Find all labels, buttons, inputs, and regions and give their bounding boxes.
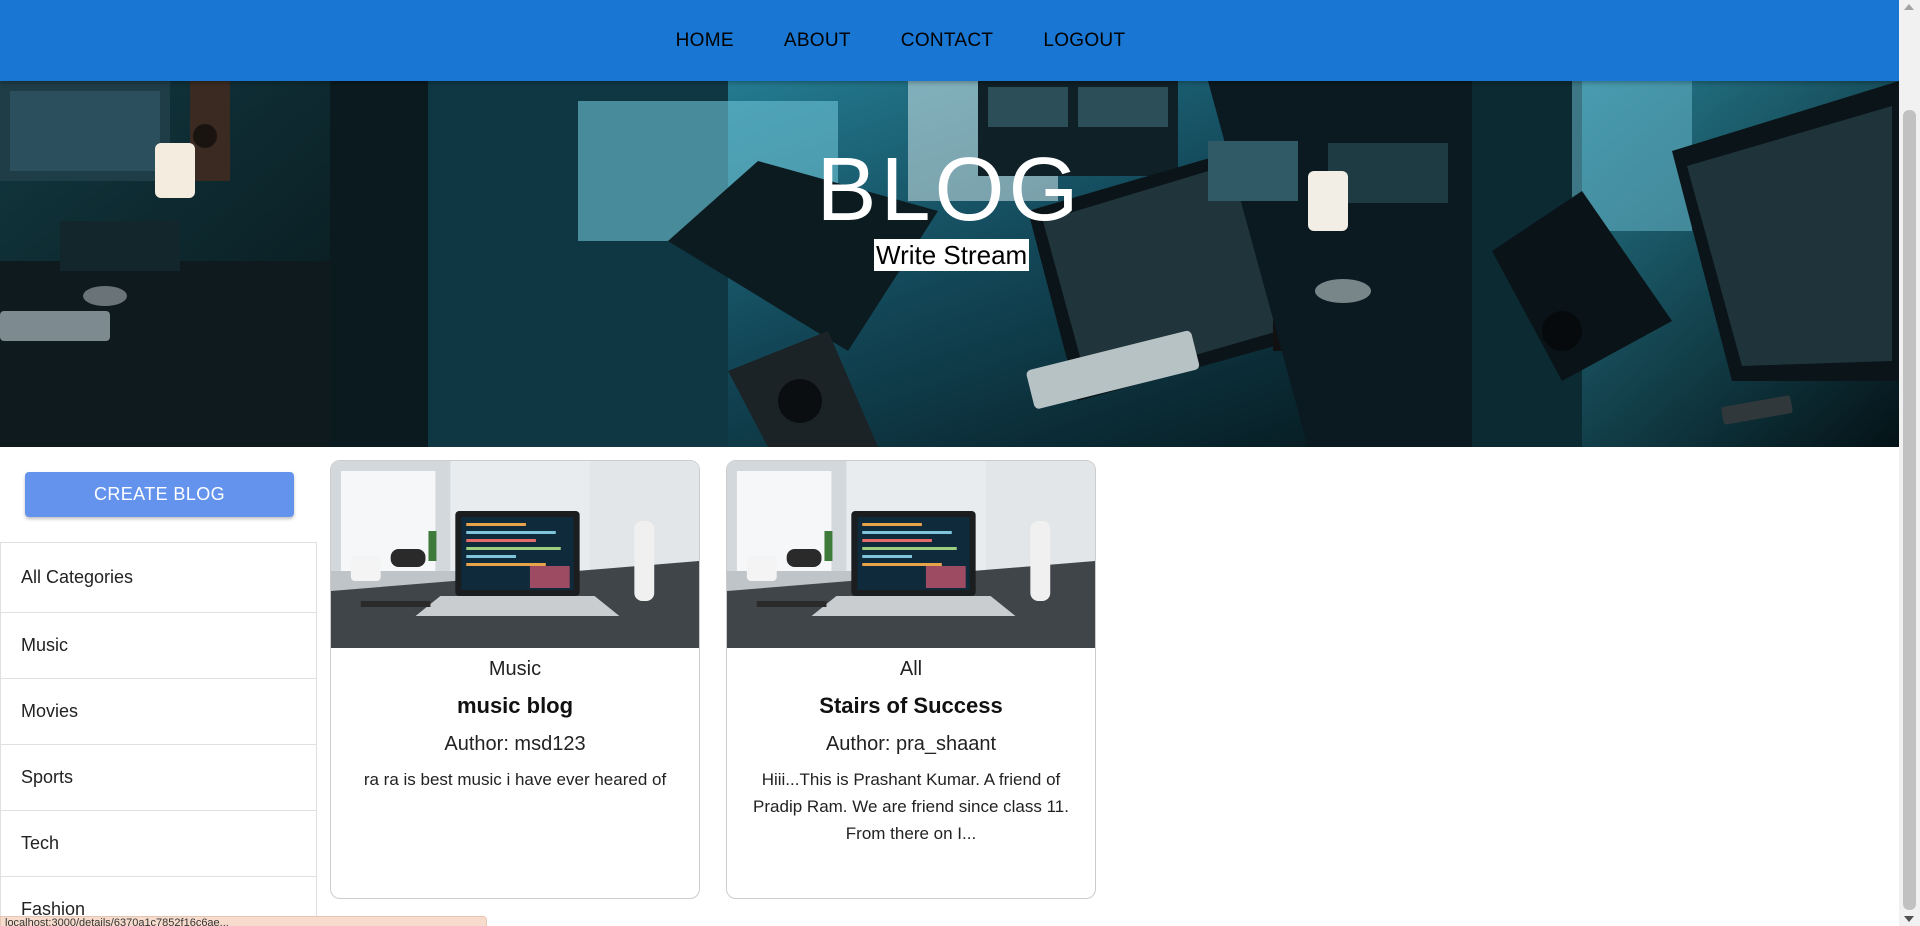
banner-title: BLOG [816, 140, 1083, 240]
create-blog-button[interactable]: CREATE BLOG [25, 472, 294, 517]
post-thumbnail [727, 461, 1095, 648]
nav-contact-link[interactable]: CONTACT [901, 30, 994, 52]
post-author: Author: pra_shaant [825, 733, 997, 755]
category-item-sports[interactable]: Sports [1, 745, 316, 811]
banner-image-tile [1472, 81, 1899, 447]
category-item-movies[interactable]: Movies [1, 679, 316, 745]
vertical-scrollbar[interactable] [1899, 0, 1920, 926]
page: HOME ABOUT CONTACT LOGOUT BLOG Write Str… [0, 0, 1899, 926]
post-description: ra ra is best music i have ever heared o… [363, 770, 667, 789]
post-category: All [899, 658, 923, 680]
hero-banner: BLOG Write Stream [0, 81, 1899, 447]
post-card[interactable]: Music music blog Author: msd123 ra ra is… [330, 460, 700, 899]
post-title: Stairs of Success [819, 693, 1003, 718]
post-title: music blog [456, 693, 574, 718]
top-navbar: HOME ABOUT CONTACT LOGOUT [0, 0, 1899, 81]
nav-about-link[interactable]: ABOUT [784, 30, 851, 52]
post-author: Author: msd123 [444, 733, 586, 755]
post-category: Music [488, 658, 542, 680]
post-description: Hiii...This is Prashant Kumar. A friend … [753, 770, 1069, 843]
scroll-up-arrow-icon[interactable] [1904, 4, 1914, 10]
category-item-tech[interactable]: Tech [1, 811, 316, 877]
banner-subtitle: Write Stream [874, 239, 1030, 271]
status-url-tooltip: localhost:3000/details/6370a1c7852f16c6a… [0, 916, 487, 926]
banner-image-tile [0, 81, 428, 447]
category-list: All Categories Music Movies Sports Tech … [0, 542, 317, 926]
scroll-down-arrow-icon[interactable] [1904, 916, 1914, 922]
nav-logout-link[interactable]: LOGOUT [1043, 30, 1125, 52]
scrollbar-thumb[interactable] [1903, 110, 1916, 910]
nav-links: HOME ABOUT CONTACT LOGOUT [676, 30, 1126, 52]
category-item-music[interactable]: Music [1, 613, 316, 679]
category-item-all[interactable]: All Categories [1, 543, 316, 613]
nav-home-link[interactable]: HOME [676, 30, 734, 52]
post-card[interactable]: All Stairs of Success Author: pra_shaant… [726, 460, 1096, 899]
post-thumbnail [331, 461, 699, 648]
